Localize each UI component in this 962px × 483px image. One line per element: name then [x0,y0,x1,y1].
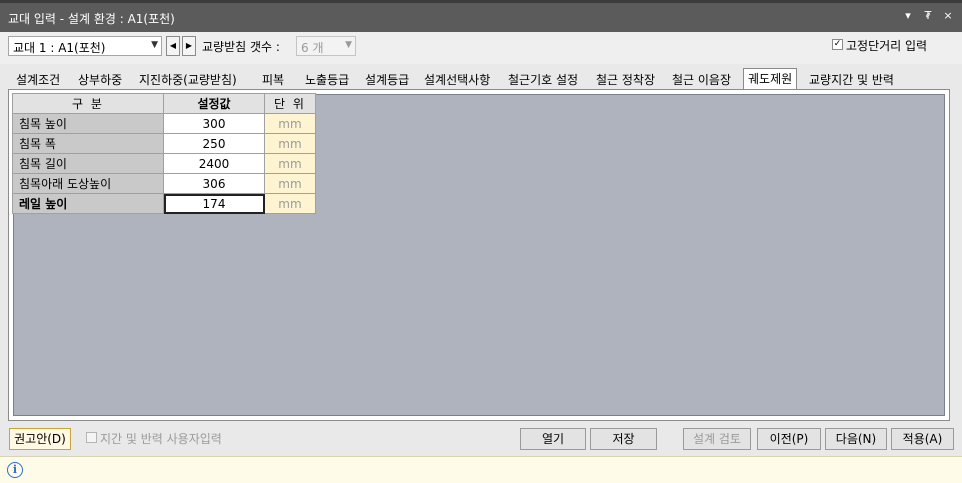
row-unit: mm [264,113,316,134]
row-value-input[interactable]: 300 [163,113,265,134]
abutment-select-value: 교대 1 : A1(포천) [13,41,106,55]
row-name: 침목 길이 [12,153,164,174]
header-category: 구 분 [12,93,164,114]
grid-header-row: 구 분 설정값 단 위 [12,93,316,114]
tab-rebar-symbol[interactable]: 철근기호 설정 [508,70,578,90]
next-abutment-button[interactable]: ▶ [182,36,196,56]
title-bar: 교대 입력 - 설계 환경 : A1(포천) ▾ ₮ × [0,0,962,32]
open-button[interactable]: 열기 [520,428,586,450]
tab-rebar-anchorage[interactable]: 철근 정착장 [596,70,655,90]
track-spec-grid: 구 분 설정값 단 위 침목 높이 300 mm 침목 폭 250 mm 침목 … [12,93,316,214]
row-name: 침목아래 도상높이 [12,173,164,194]
next-button[interactable]: 다음(N) [825,428,887,450]
tab-superstructure-load[interactable]: 상부하중 [78,70,122,90]
pin-icon[interactable]: ₮ [922,9,934,22]
bearing-count-value: 6 개 [301,41,324,55]
chevron-down-icon: ▼ [345,40,352,50]
close-icon[interactable]: × [942,9,954,22]
table-row: 레일 높이 174 mm [12,193,316,214]
header-unit: 단 위 [264,93,316,114]
tab-design-class[interactable]: 설계등급 [365,70,409,90]
save-button[interactable]: 저장 [590,428,657,450]
tab-strip: 설계조건 상부하중 지진하중(교량받침) 피복 노출등급 설계등급 설계선택사항… [8,68,948,90]
apply-button[interactable]: 적용(A) [891,428,954,450]
status-bar: i [0,456,962,483]
user-input-checkbox[interactable] [86,432,97,443]
row-name: 침목 높이 [12,113,164,134]
row-name: 레일 높이 [12,193,164,214]
row-unit: mm [264,153,316,174]
row-value-input[interactable]: 174 [163,193,265,214]
design-check-button[interactable]: 설계 검토 [683,428,751,450]
bearing-count-select[interactable]: 6 개 ▼ [296,36,356,56]
prev-abutment-button[interactable]: ◀ [166,36,180,56]
tab-design-options[interactable]: 설계선택사항 [424,70,490,90]
row-unit: mm [264,173,316,194]
window-controls: ▾ ₮ × [902,9,954,22]
table-row: 침목아래 도상높이 306 mm [12,173,316,194]
row-unit: mm [264,133,316,154]
tab-exposure-class[interactable]: 노출등급 [305,70,349,90]
recommend-button[interactable]: 권고안(D) [9,428,71,450]
tab-cover[interactable]: 피복 [262,70,284,90]
header-value: 설정값 [163,93,265,114]
table-row: 침목 폭 250 mm [12,133,316,154]
chevron-down-icon: ▼ [151,40,158,50]
fixed-span-label: 고정단거리 입력 [846,39,928,53]
tab-track-specs[interactable]: 궤도제원 [743,68,798,90]
tab-design-conditions[interactable]: 설계조건 [16,70,60,90]
tab-rebar-splice[interactable]: 철근 이음장 [672,70,731,90]
info-icon: i [7,462,23,478]
row-value-input[interactable]: 306 [163,173,265,194]
tab-seismic-load[interactable]: 지진하중(교량받침) [139,70,237,90]
tab-span-reaction[interactable]: 교량지간 및 반력 [809,70,894,90]
abutment-select[interactable]: 교대 1 : A1(포천) ▼ [8,36,162,56]
bearing-count-label: 교량받침 갯수 : [202,40,280,54]
prev-button[interactable]: 이전(P) [757,428,821,450]
table-row: 침목 높이 300 mm [12,113,316,134]
fixed-span-checkbox[interactable]: ✓ [832,39,843,50]
dropdown-menu-icon[interactable]: ▾ [902,9,914,22]
top-toolbar: 교대 1 : A1(포천) ▼ ◀ ▶ 교량받침 갯수 : 6 개 ▼ [0,32,962,64]
table-row: 침목 길이 2400 mm [12,153,316,174]
row-value-input[interactable]: 2400 [163,153,265,174]
user-input-label: 지간 및 반력 사용자입력 [100,432,222,446]
row-unit: mm [264,193,316,214]
window-title: 교대 입력 - 설계 환경 : A1(포천) [8,12,175,26]
row-value-input[interactable]: 250 [163,133,265,154]
row-name: 침목 폭 [12,133,164,154]
